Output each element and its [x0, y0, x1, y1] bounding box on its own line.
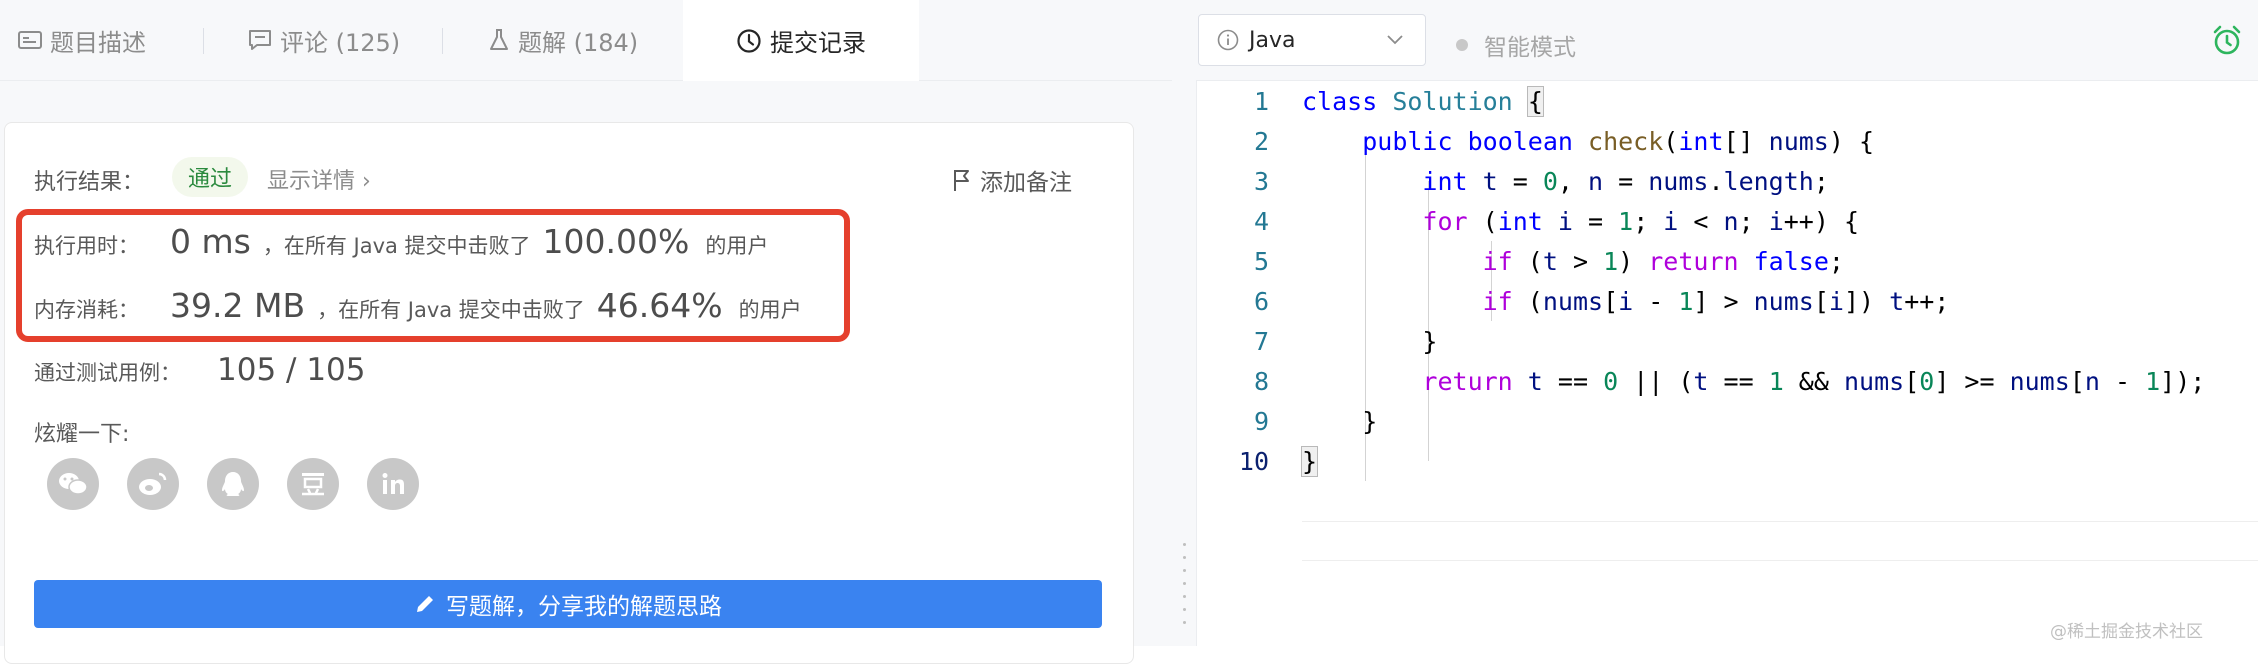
line-number: 6 — [1253, 286, 1269, 316]
runtime-suffix: 的用户 — [705, 234, 769, 258]
line-number: 8 — [1253, 366, 1269, 396]
share-qq-button[interactable] — [207, 458, 259, 510]
pencil-icon — [417, 596, 433, 612]
line-number: 5 — [1253, 246, 1269, 276]
language-select-value: Java — [1249, 27, 1296, 53]
share-linkedin-button[interactable] — [367, 458, 419, 510]
flag-icon — [954, 170, 969, 191]
douban-icon — [302, 473, 324, 496]
line-number: 7 — [1253, 326, 1269, 356]
memory-row: 内存消耗： 39.2 MB ，在所有 Java 提交中击败了 46.64% 的用… — [34, 286, 802, 325]
tab-submissions[interactable]: 提交记录 — [683, 0, 919, 81]
runtime-percent: 100.00% — [542, 222, 690, 261]
tab-description[interactable]: 题目描述 — [18, 0, 146, 80]
code-line: 9 } — [1197, 401, 2258, 441]
alarm-clock-icon[interactable] — [2212, 24, 2242, 60]
share-title: 炫耀一下: — [34, 422, 130, 447]
tab-comments[interactable]: 评论 (125) — [248, 0, 400, 80]
comment-icon — [248, 29, 272, 51]
flask-icon — [488, 28, 510, 52]
code-line: 5 if (t > 1) return false; — [1197, 241, 2258, 281]
code-editor[interactable]: 1 class Solution { 2 public boolean chec… — [1197, 81, 2258, 646]
runtime-label: 执行用时： — [34, 234, 139, 258]
smart-mode-label: 智能模式 — [1484, 35, 1576, 61]
code-line: 3 int t = 0, n = nums.length; — [1197, 161, 2258, 201]
tab-comments-label: 评论 (125) — [280, 28, 401, 57]
memory-label: 内存消耗： — [34, 298, 139, 322]
qq-icon — [222, 472, 244, 496]
code-line: 10 } — [1197, 441, 2258, 481]
tab-description-label: 题目描述 — [50, 28, 146, 57]
show-details-link[interactable]: 显示详情 › — [267, 163, 371, 195]
memory-middle-text: ，在所有 Java 提交中击败了 — [317, 298, 585, 322]
description-icon — [18, 30, 42, 50]
chevron-down-icon — [1387, 35, 1403, 45]
testcases-label: 通过测试用例： — [34, 361, 181, 385]
line-number: 10 — [1238, 446, 1269, 476]
runtime-row: 执行用时： 0 ms ，在所有 Java 提交中击败了 100.00% 的用户 — [34, 222, 768, 261]
clock-icon — [736, 28, 762, 54]
wechat-icon — [59, 473, 88, 495]
tab-submissions-label: 提交记录 — [770, 29, 866, 57]
smart-mode-toggle[interactable]: 智能模式 — [1456, 28, 1576, 62]
add-note-button[interactable]: 添加备注 — [952, 163, 1072, 197]
language-select[interactable]: Java — [1198, 14, 1426, 66]
line-number: 9 — [1253, 406, 1269, 436]
status-badge: 通过 — [172, 157, 248, 197]
smart-mode-indicator — [1456, 39, 1468, 51]
line-number: 4 — [1253, 206, 1269, 236]
line-number: 2 — [1253, 126, 1269, 156]
line-number: 3 — [1253, 166, 1269, 196]
code-line: 4 for (int i = 1; i < n; i++) { — [1197, 201, 2258, 241]
code-line: 6 if (nums[i - 1] > nums[i]) t++; — [1197, 281, 2258, 321]
memory-value: 39.2 MB — [170, 286, 306, 325]
share-wechat-button[interactable] — [47, 458, 99, 510]
testcases-row: 通过测试用例： 105 / 105 — [34, 352, 366, 388]
line-number: 1 — [1253, 86, 1269, 116]
share-douban-button[interactable] — [287, 458, 339, 510]
info-icon — [1217, 29, 1239, 51]
result-label: 执行结果： — [34, 170, 145, 195]
add-note-label: 添加备注 — [980, 170, 1072, 196]
current-line-highlight — [1302, 521, 2258, 561]
write-solution-label: 写题解，分享我的解题思路 — [446, 594, 722, 620]
share-weibo-button[interactable] — [127, 458, 179, 510]
tab-solutions-label: 题解 (184) — [518, 28, 639, 57]
code-line: 8 return t == 0 || (t == 1 && nums[0] >=… — [1197, 361, 2258, 401]
memory-suffix: 的用户 — [738, 298, 802, 322]
linkedin-icon — [382, 473, 404, 494]
tab-solutions[interactable]: 题解 (184) — [488, 0, 638, 80]
testcases-value: 105 / 105 — [217, 352, 366, 388]
watermark: @稀土掘金技术社区 — [2050, 622, 2203, 642]
tab-divider — [203, 28, 204, 54]
runtime-middle-text: ，在所有 Java 提交中击败了 — [262, 234, 531, 258]
code-line: 1 class Solution { — [1197, 81, 2258, 121]
memory-percent: 46.64% — [596, 286, 723, 325]
code-line: 2 public boolean check(int[] nums) { — [1197, 121, 2258, 161]
code-line: 7 } — [1197, 321, 2258, 361]
write-solution-button[interactable]: 写题解，分享我的解题思路 — [34, 580, 1102, 628]
weibo-icon — [139, 472, 167, 495]
runtime-value: 0 ms — [170, 222, 251, 261]
panel-resize-handle[interactable] — [1172, 0, 1197, 646]
tab-divider — [442, 28, 443, 54]
